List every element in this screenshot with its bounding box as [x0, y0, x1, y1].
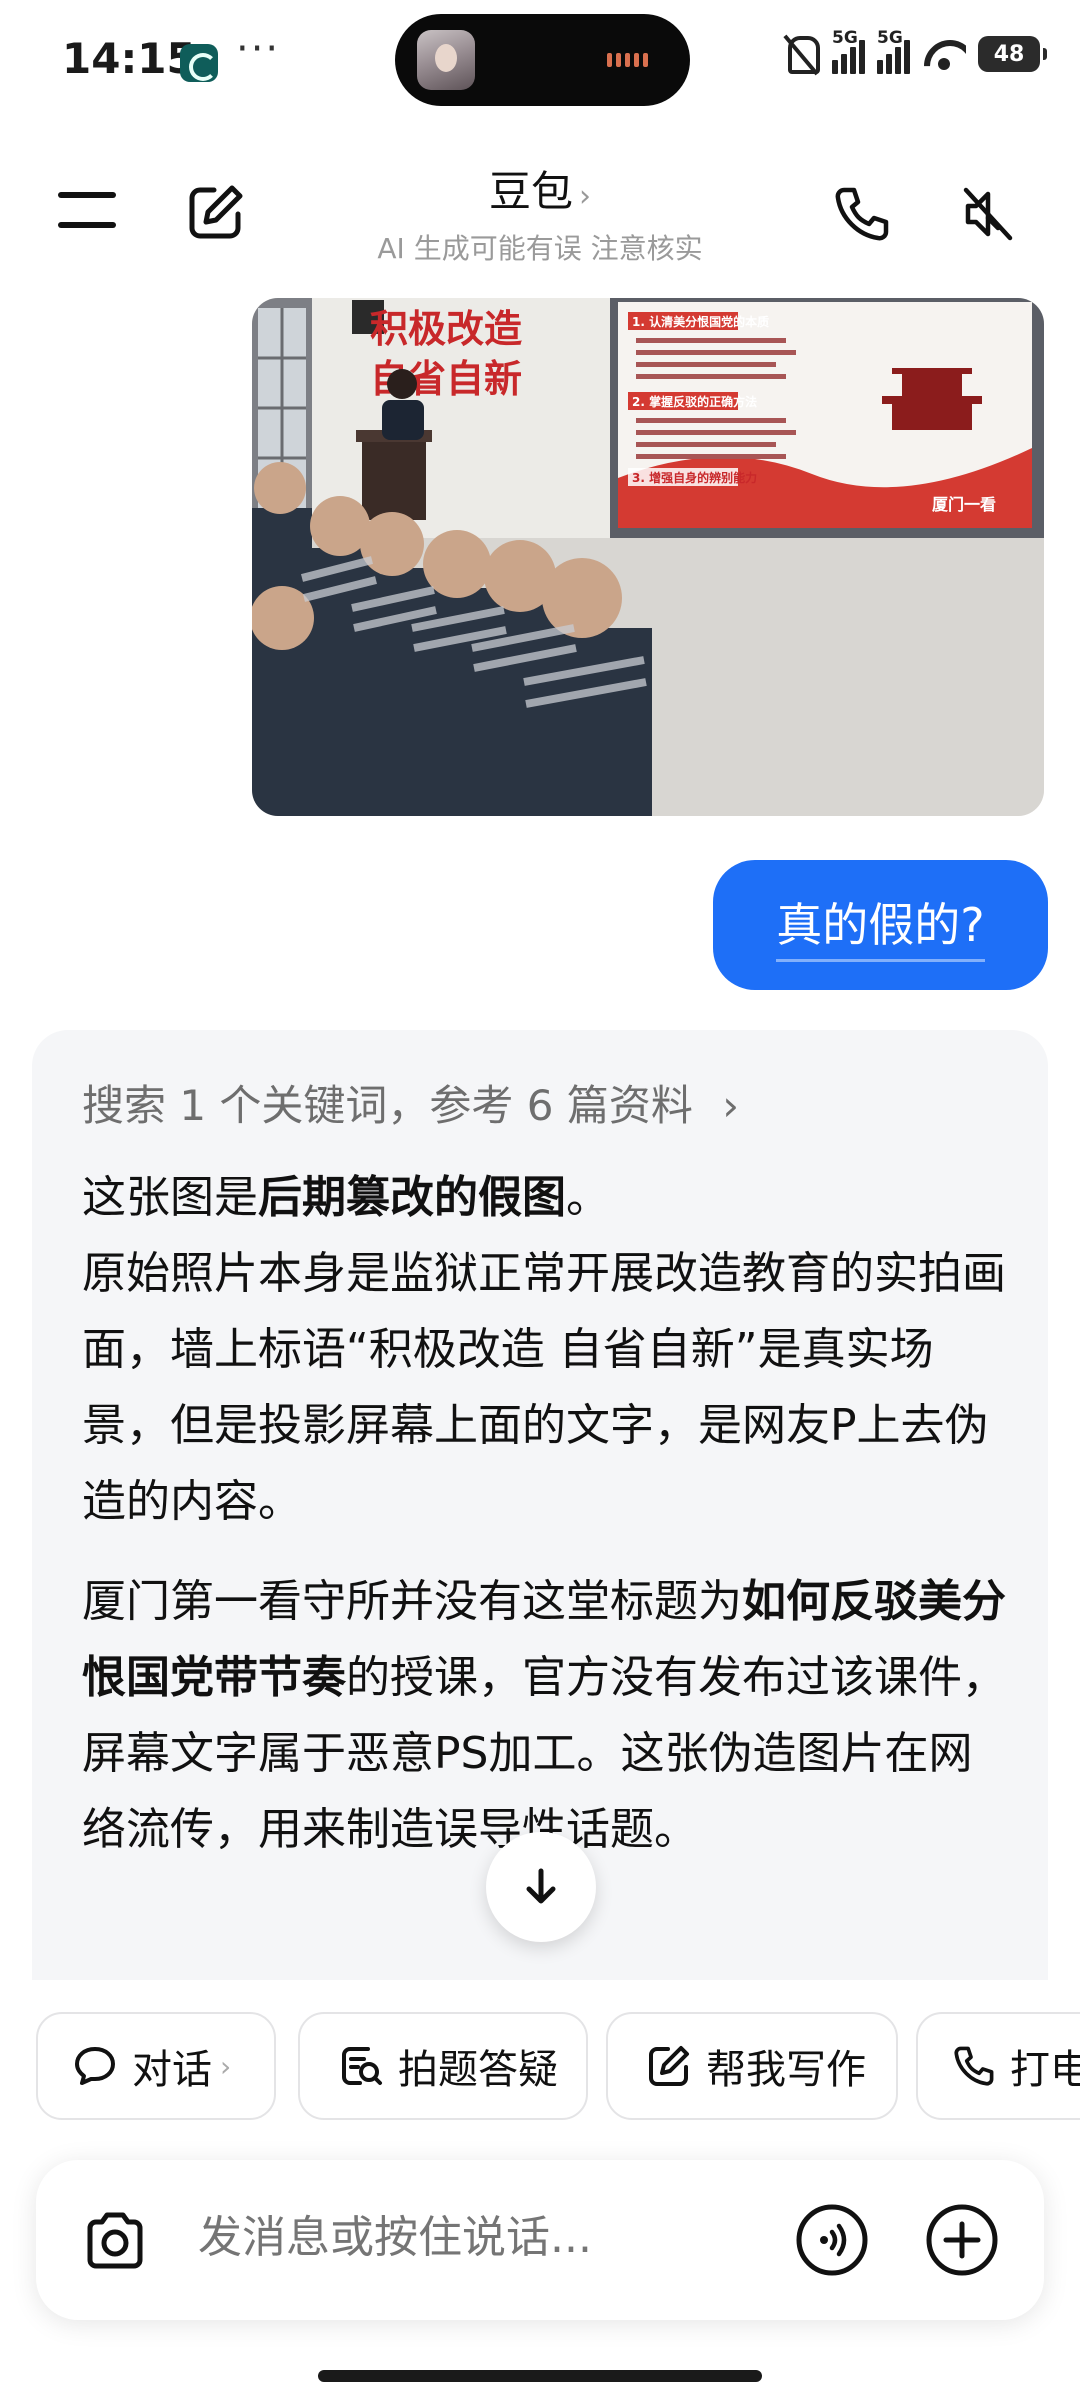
quick-action-label: 帮我写作: [706, 2047, 866, 2093]
answer-paragraph: 这张图是后期篡改的假图。 原始照片本身是监狱正常开展改造教育的实拍画面，墙上标语“…: [82, 1172, 1006, 1527]
more-notifications-icon: ···: [236, 26, 281, 72]
chevron-right-icon: ›: [722, 1081, 740, 1130]
camera-icon[interactable]: [80, 2206, 150, 2276]
slogan-line-1: 积极改造: [370, 309, 522, 351]
search-summary-text: 搜索 1 个关键词，参考 6 篇资料: [82, 1081, 693, 1130]
notification-app-icon: [180, 44, 218, 82]
message-input[interactable]: [198, 2212, 698, 2263]
answer-emphasis: 后期篡改的假图: [258, 1172, 566, 1223]
audio-wave-icon: [607, 52, 655, 68]
chat-header: 豆包 › AI 生成可能有误 注意核实: [0, 140, 1080, 280]
screen-heading-2: 2. 掌握反驳的正确方法: [632, 394, 757, 409]
phone-icon: [954, 2046, 994, 2086]
speaker-mute-icon[interactable]: [958, 184, 1018, 244]
bell-off-icon: [782, 32, 820, 76]
quick-action-scan-question[interactable]: 拍题答疑: [298, 2012, 588, 2120]
page-title[interactable]: 豆包: [489, 167, 573, 216]
header-title-block[interactable]: 豆包 › AI 生成可能有误 注意核实: [0, 158, 1080, 267]
plus-icon[interactable]: [924, 2202, 1000, 2278]
answer-paragraph: 厦门第一看守所并没有这堂标题为如何反驳美分恨国党带节奏的授课，官方没有发布过该课…: [82, 1576, 1006, 1855]
screen-heading-1: 1. 认清美分恨国党的本质: [632, 314, 769, 329]
island-avatar: [417, 30, 475, 90]
signal-icon: 5G: [832, 28, 865, 74]
answer-text: 这张图是后期篡改的假图。 原始照片本身是监狱正常开展改造教育的实拍画面，墙上标语“…: [82, 1160, 1012, 1892]
status-time: 14:15: [62, 34, 196, 83]
quick-action-chat[interactable]: 对话 ›: [36, 2012, 276, 2120]
screen-heading-3: 3. 增强自身的辨别能力: [632, 470, 757, 485]
wifi-icon: [922, 36, 966, 72]
battery-icon: 48: [978, 36, 1047, 72]
edit-icon: [649, 2046, 689, 2086]
chevron-right-icon: ›: [220, 2049, 232, 2083]
quick-action-call[interactable]: 打电话: [916, 2012, 1080, 2120]
status-bar: 14:15 ··· 5G 5G 48: [0, 0, 1080, 120]
message-input-bar: [36, 2160, 1044, 2320]
status-icons: 5G 5G 48: [782, 28, 1047, 76]
dynamic-island[interactable]: [395, 14, 690, 106]
quick-action-label: 对话: [132, 2047, 212, 2093]
voice-call-icon[interactable]: [794, 2202, 870, 2278]
chevron-right-icon: ›: [579, 179, 591, 214]
phone-icon[interactable]: [832, 184, 892, 244]
quick-action-label: 拍题答疑: [398, 2047, 558, 2093]
signal-icon: 5G: [877, 28, 910, 74]
home-indicator[interactable]: [318, 2370, 762, 2382]
header-subtitle: AI 生成可能有误 注意核实: [377, 232, 703, 265]
quick-action-label: 打电话: [1010, 2047, 1080, 2093]
screen-caption: 厦门一看: [932, 495, 996, 514]
arrow-down-icon: [526, 1868, 556, 1904]
chat-bubble-icon: [75, 2047, 115, 2085]
user-message-bubble[interactable]: 真的假的?: [713, 860, 1048, 990]
shared-image[interactable]: 积极改造 自省自新 1. 认清美分恨国党的本质 2. 掌握反驳的正确方法 3. …: [252, 298, 1044, 816]
user-message-text: 真的假的?: [776, 889, 985, 962]
scroll-to-bottom-button[interactable]: [486, 1832, 596, 1942]
search-summary-link[interactable]: 搜索 1 个关键词，参考 6 篇资料 ›: [82, 1072, 739, 1133]
quick-action-writing[interactable]: 帮我写作: [606, 2012, 898, 2120]
scan-question-icon: [342, 2047, 382, 2085]
quick-actions: 对话 › 拍题答疑 帮我写作 打电话: [36, 2012, 1080, 2122]
